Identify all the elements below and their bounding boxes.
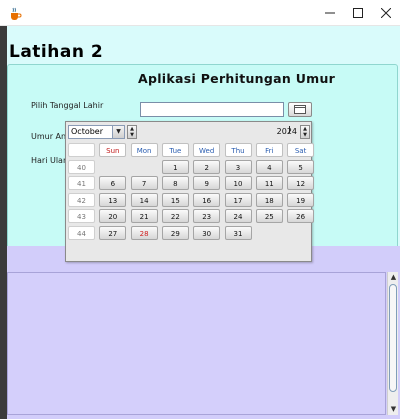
close-button[interactable] — [364, 0, 400, 26]
weekday-header-row: Sun Mon Tue Wed Thu Fri Sat — [68, 143, 315, 160]
day-button[interactable]: 22 — [161, 209, 189, 223]
week-number: 41 — [68, 176, 95, 190]
day-button[interactable]: 25 — [255, 209, 283, 223]
day-button[interactable]: 5 — [287, 159, 315, 174]
maximize-icon — [353, 8, 363, 18]
day-button[interactable]: 19 — [287, 192, 315, 207]
calendar-week-row: 44 27 28 29 30 31 — [68, 225, 314, 243]
title-bar — [0, 0, 400, 26]
calendar-week-row: 42 13 14 15 16 17 18 19 — [68, 192, 315, 210]
weekday-header: Thu — [224, 143, 252, 157]
day-button[interactable]: 13 — [99, 192, 127, 207]
calendar-week-row: 43 20 21 22 23 24 25 26 — [68, 209, 315, 226]
java-cup-icon — [8, 6, 22, 20]
week-number: 43 — [68, 209, 95, 223]
weekday-header: Tue — [161, 143, 189, 157]
text-cursor-icon: I — [288, 125, 291, 136]
minimize-icon — [325, 12, 335, 14]
close-icon — [381, 8, 391, 18]
empty-day-cell — [99, 160, 126, 174]
empty-day-cell — [256, 226, 283, 240]
day-button[interactable]: 10 — [224, 176, 252, 190]
scroll-thumb[interactable] — [389, 284, 397, 392]
page-title: Latihan 2 — [9, 42, 104, 62]
weekday-header: Wed — [193, 143, 221, 157]
empty-day-cell — [131, 160, 158, 174]
day-button[interactable]: 18 — [255, 192, 283, 207]
day-button[interactable]: 23 — [193, 209, 221, 223]
scroll-down-icon[interactable]: ▼ — [389, 405, 398, 414]
day-button[interactable]: 1 — [161, 159, 189, 174]
day-button[interactable]: 6 — [99, 176, 127, 190]
day-button[interactable]: 17 — [224, 192, 252, 207]
day-button[interactable]: 28 — [130, 225, 158, 240]
calendar-button[interactable] — [288, 102, 312, 117]
year-spinner[interactable]: ▲ ▼ — [300, 125, 310, 139]
chevron-down-icon[interactable]: ▼ — [112, 126, 124, 138]
day-button[interactable]: 12 — [287, 176, 315, 190]
day-button[interactable]: 11 — [255, 176, 283, 190]
day-button[interactable]: 8 — [161, 176, 189, 190]
form-title: Aplikasi Perhitungan Umur — [138, 71, 336, 86]
day-button[interactable]: 14 — [130, 192, 158, 207]
birth-date-field[interactable] — [140, 102, 284, 117]
result-area: ▲ ▼ — [7, 246, 400, 419]
weekday-header: Mon — [130, 143, 158, 157]
calendar-week-row: 41 6 7 8 9 10 11 12 — [68, 176, 315, 193]
calendar-week-row: 40 1 2 3 4 5 — [68, 159, 315, 177]
day-button[interactable]: 26 — [287, 209, 315, 223]
day-button[interactable]: 4 — [255, 159, 283, 174]
window-left-edge — [0, 26, 7, 419]
month-value: October — [71, 127, 104, 136]
calendar-icon — [294, 105, 306, 114]
day-button[interactable]: 9 — [193, 176, 221, 190]
week-number-header — [68, 143, 95, 157]
day-button[interactable]: 24 — [224, 209, 252, 223]
day-button[interactable]: 20 — [99, 209, 127, 223]
day-button[interactable]: 31 — [224, 225, 252, 240]
year-field[interactable]: 2024 — [262, 125, 299, 139]
empty-day-cell — [287, 226, 314, 240]
calendar-popup: October ▼ ▲ ▼ 2024 I ▲ ▼ Sun Mon Tue Wed Thu Fr… — [65, 121, 315, 262]
week-number: 44 — [68, 225, 95, 240]
day-button[interactable]: 29 — [161, 225, 189, 240]
scroll-up-icon[interactable]: ▲ — [389, 273, 398, 282]
day-button[interactable]: 21 — [130, 209, 158, 223]
day-button[interactable]: 16 — [193, 192, 221, 207]
month-select[interactable]: October ▼ — [68, 125, 125, 139]
day-button[interactable]: 3 — [224, 159, 252, 174]
weekday-header: Sat — [287, 143, 315, 157]
day-button[interactable]: 15 — [161, 192, 189, 207]
weekday-header: Fri — [255, 143, 283, 157]
week-number: 42 — [68, 192, 95, 207]
week-number: 40 — [68, 159, 95, 174]
day-button[interactable]: 27 — [99, 225, 127, 240]
day-button[interactable]: 30 — [193, 225, 221, 240]
month-spinner[interactable]: ▲ ▼ — [127, 125, 137, 139]
result-textarea[interactable] — [7, 272, 386, 415]
birth-date-label: Pilih Tanggal Lahir — [31, 101, 104, 110]
weekday-header: Sun — [99, 143, 127, 157]
calendar-grid: Sun Mon Tue Wed Thu Fri Sat 40 1 2 3 4 5 41 6 7 8 9 10 11 12… — [68, 143, 315, 243]
day-button[interactable]: 7 — [130, 176, 158, 190]
vertical-scrollbar[interactable]: ▲ ▼ — [387, 272, 398, 415]
day-button[interactable]: 2 — [193, 159, 221, 174]
